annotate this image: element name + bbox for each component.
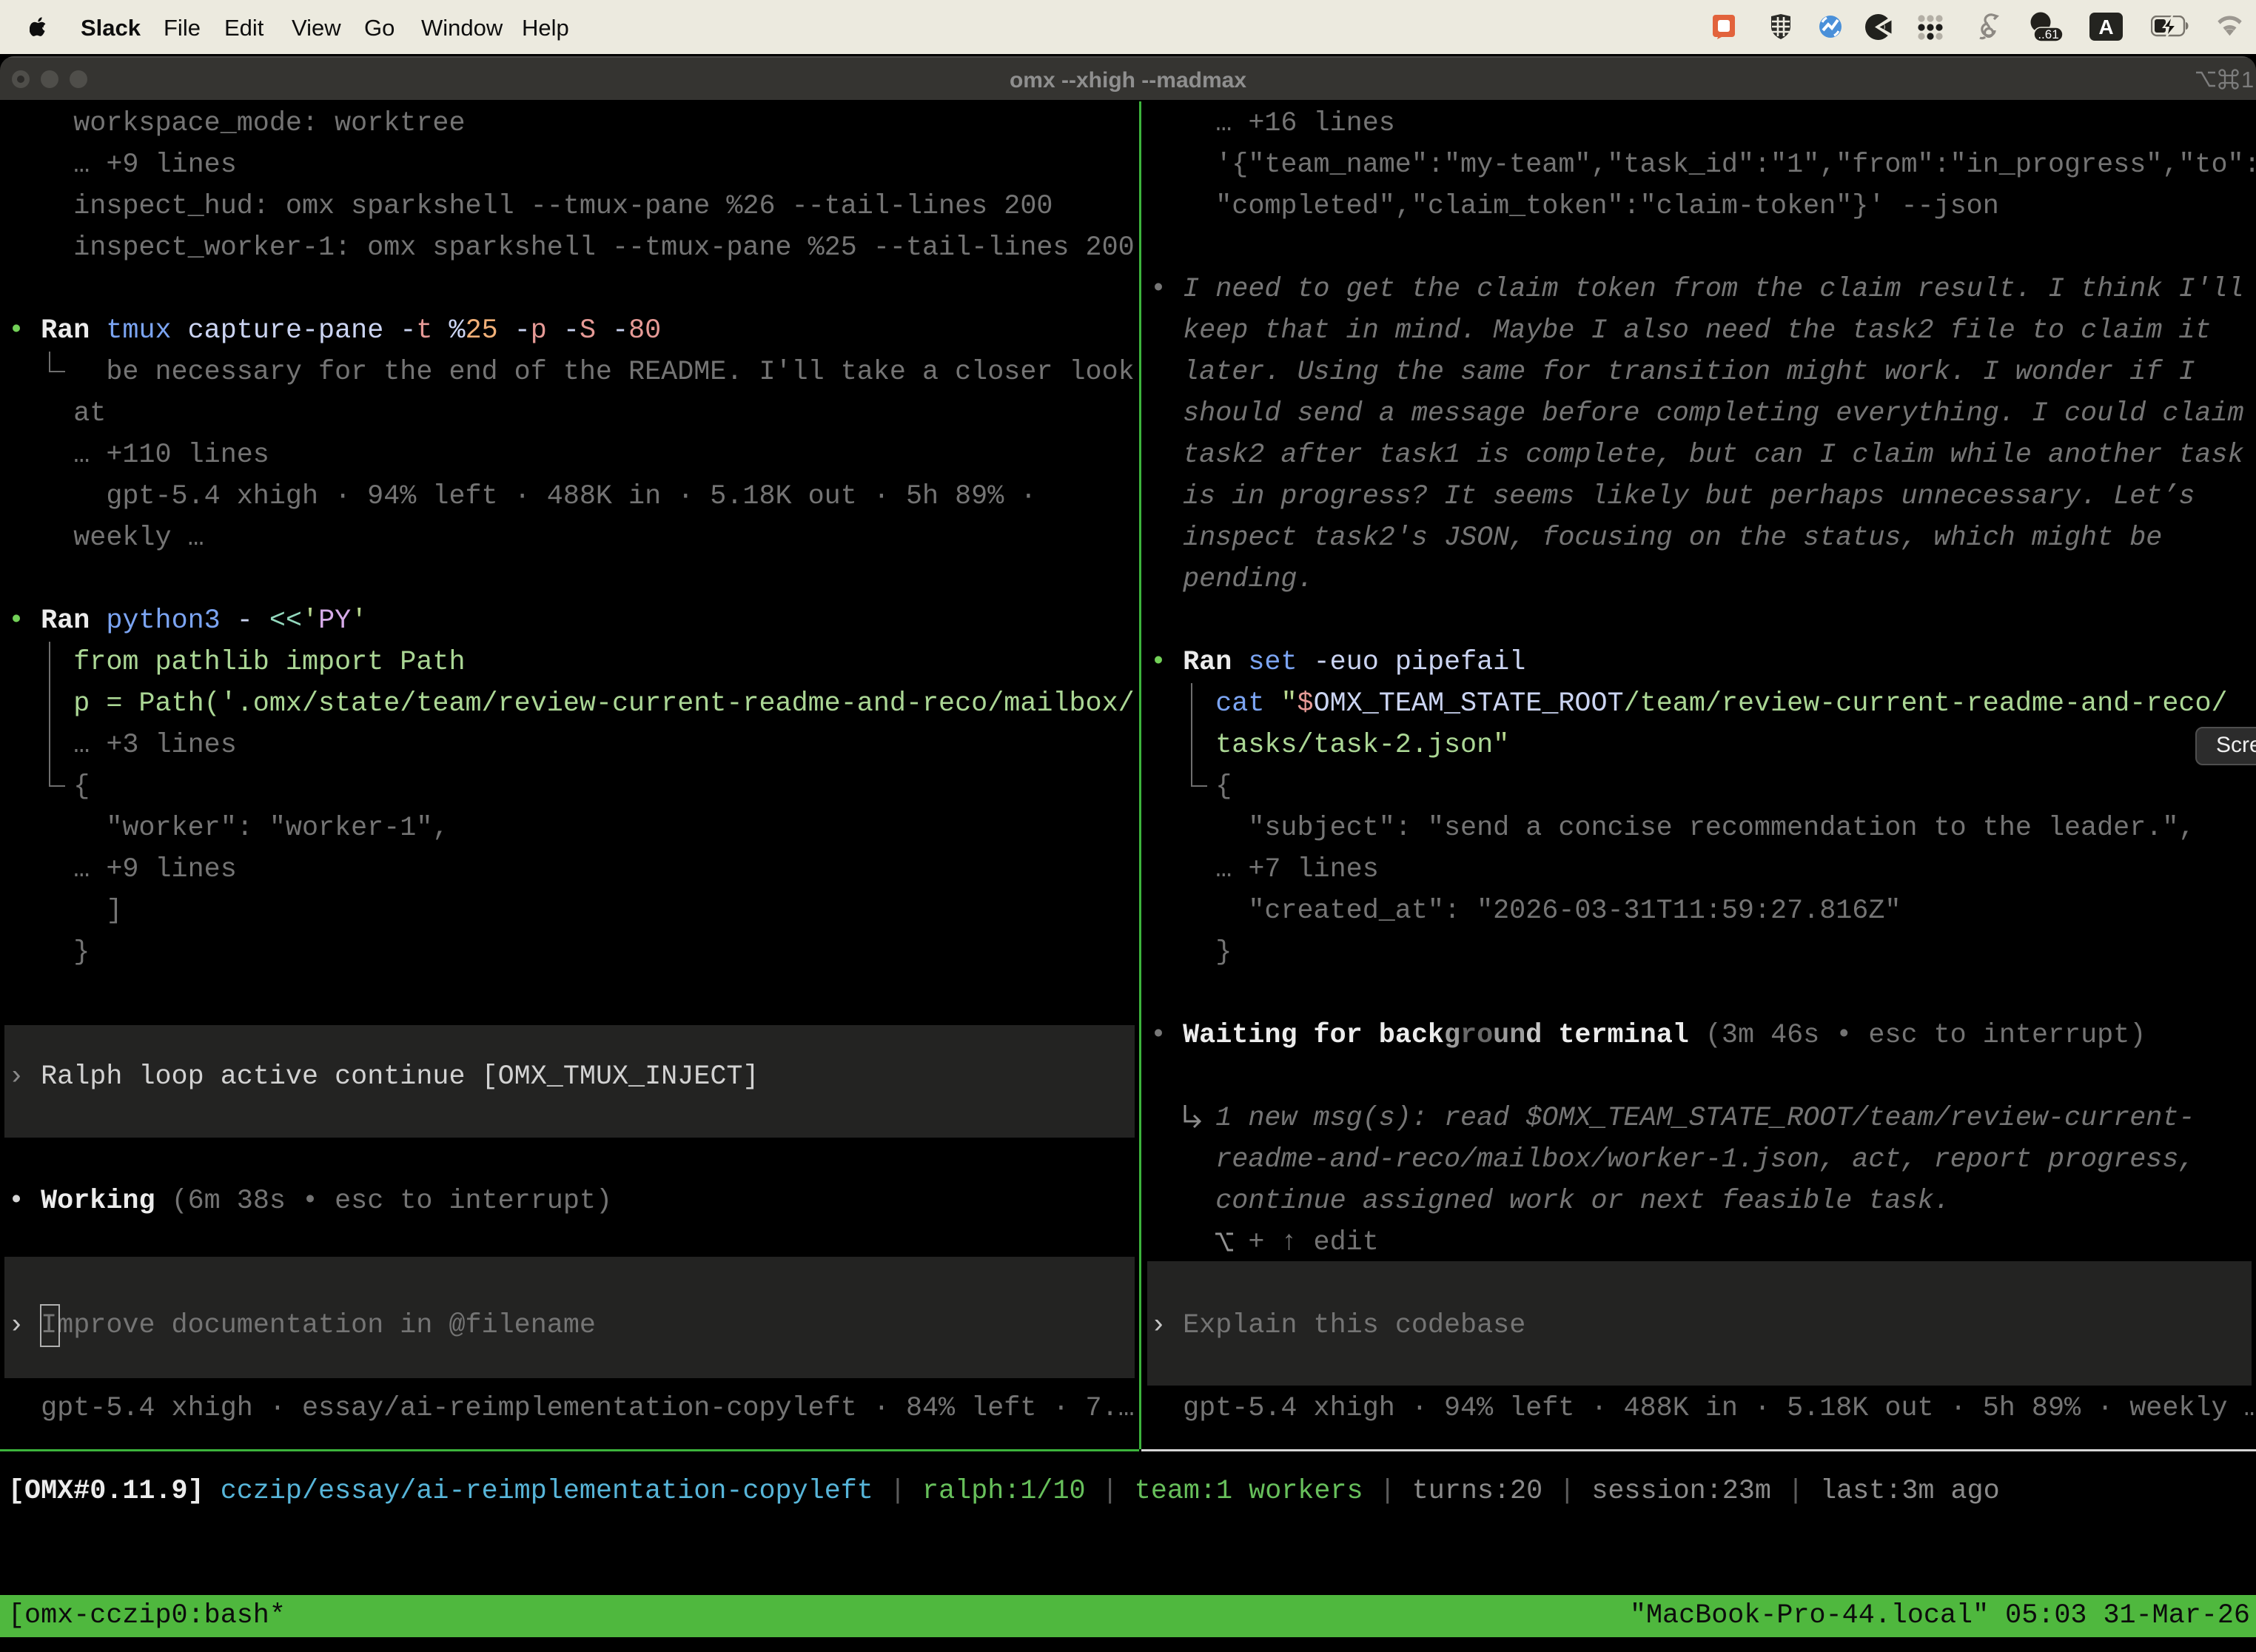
svg-text:..61: ..61 — [2038, 27, 2058, 41]
svg-text:A: A — [2098, 16, 2113, 38]
